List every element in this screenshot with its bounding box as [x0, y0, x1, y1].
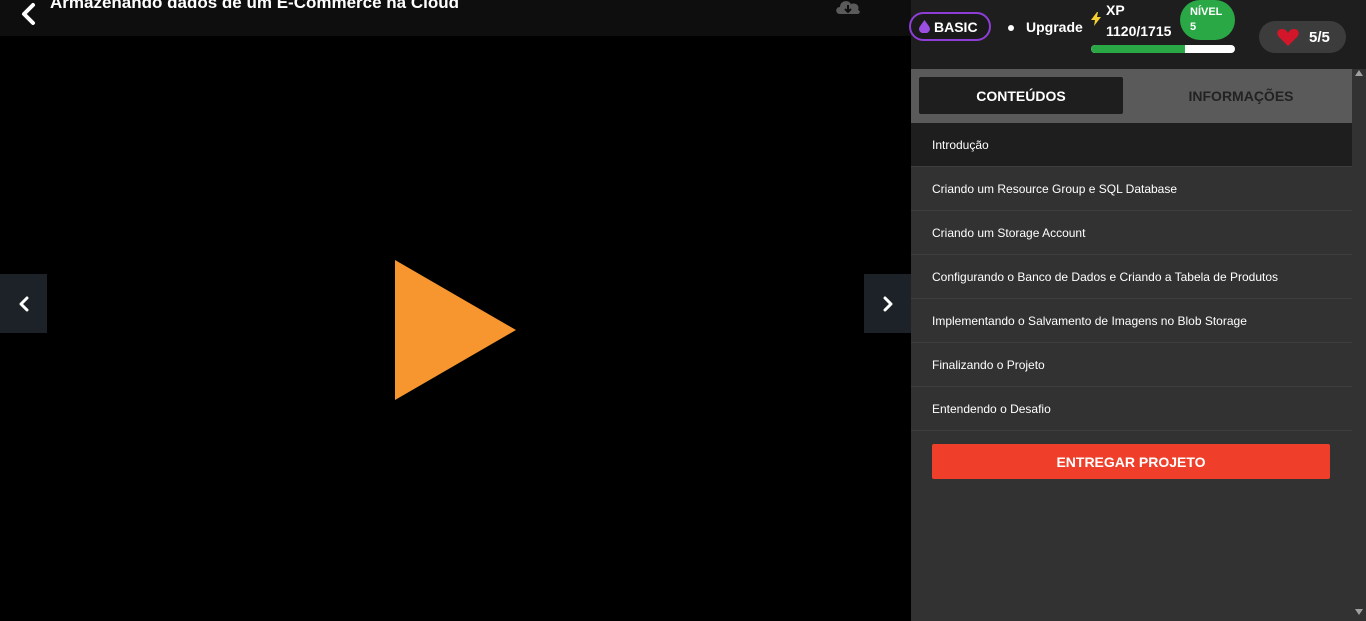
plan-badge[interactable]: BASIC [909, 12, 991, 41]
lesson-item[interactable]: Implementando o Salvamento de Imagens no… [911, 299, 1352, 343]
lives-counter: 5/5 [1259, 21, 1346, 53]
video-header: Armazenando dados de um E-Commerce na Cl… [0, 0, 911, 36]
chevron-left-icon [19, 296, 28, 311]
lesson-list: Introdução Criando um Resource Group e S… [911, 123, 1352, 431]
xp-progress-fill [1091, 45, 1185, 53]
plan-label: BASIC [934, 18, 978, 35]
video-player[interactable] [0, 36, 911, 621]
xp-value: 1120/1715 [1106, 23, 1172, 39]
xp-label: XP [1106, 2, 1125, 18]
tab-conteudos[interactable]: CONTEÚDOS [919, 77, 1123, 114]
scroll-down-icon[interactable] [1355, 609, 1363, 615]
sidebar-scrollbar[interactable] [1352, 69, 1366, 621]
level-badge: NÍVEL 5 [1180, 0, 1235, 40]
chevron-left-icon[interactable] [18, 2, 40, 26]
chevron-right-icon [883, 296, 892, 311]
scroll-up-icon[interactable] [1355, 70, 1363, 76]
lesson-item[interactable]: Finalizando o Projeto [911, 343, 1352, 387]
separator-dot [1008, 25, 1014, 31]
lightning-icon [1091, 12, 1101, 26]
video-title: Armazenando dados de um E-Commerce na Cl… [50, 0, 460, 12]
xp-progress-bar [1091, 45, 1235, 53]
level-label: NÍVEL [1190, 6, 1223, 18]
lesson-item[interactable]: Configurando o Banco de Dados e Criando … [911, 255, 1352, 299]
user-status-bar: BASIC Upgrade XP 1120/1715 NÍVEL 5 5/5 [909, 0, 1366, 69]
content-tabs: CONTEÚDOS INFORMAÇÕES [911, 69, 1366, 123]
lesson-item[interactable]: Introdução [911, 123, 1352, 167]
lesson-item[interactable]: Criando um Resource Group e SQL Database [911, 167, 1352, 211]
deliver-project-button[interactable]: ENTREGAR PROJETO [932, 444, 1330, 479]
level-value: 5 [1190, 21, 1197, 33]
plan-drop-icon [919, 20, 930, 33]
play-icon[interactable] [395, 260, 516, 400]
lives-value: 5/5 [1309, 28, 1330, 46]
previous-lesson-button[interactable] [0, 274, 47, 333]
next-lesson-button[interactable] [864, 274, 911, 333]
lesson-item[interactable]: Criando um Storage Account [911, 211, 1352, 255]
tab-informacoes[interactable]: INFORMAÇÕES [1139, 77, 1343, 114]
cloud-download-icon[interactable] [834, 0, 862, 20]
heart-icon [1277, 29, 1299, 46]
upgrade-link[interactable]: Upgrade [1026, 19, 1083, 35]
lesson-item[interactable]: Entendendo o Desafio [911, 387, 1352, 431]
course-sidebar: BASIC Upgrade XP 1120/1715 NÍVEL 5 5/5 C… [909, 0, 1366, 621]
